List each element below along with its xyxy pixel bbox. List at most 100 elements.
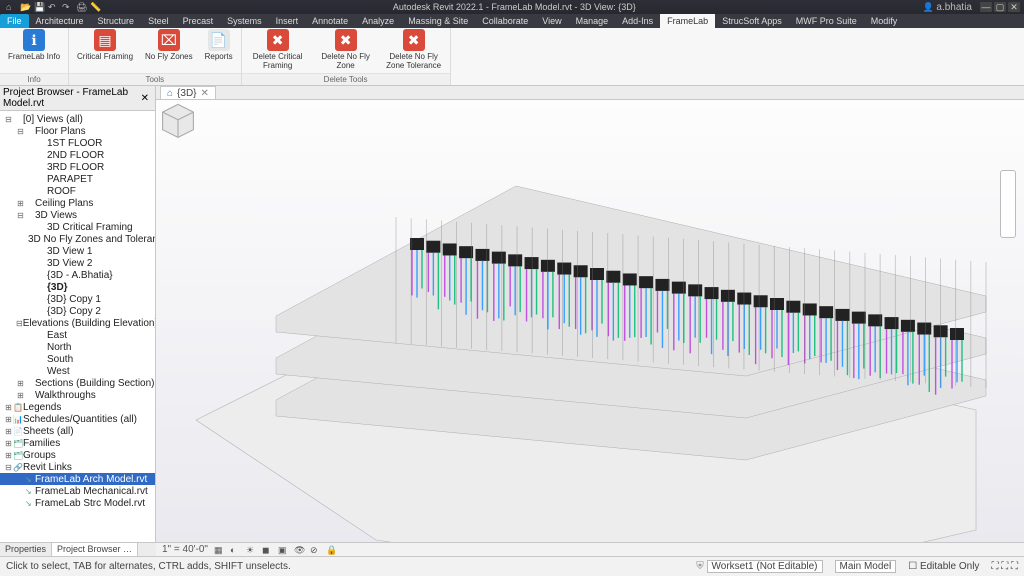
critical-framing-button[interactable]: ▤Critical Framing — [73, 29, 137, 61]
print-icon[interactable]: 🖨 — [76, 2, 86, 12]
tree-node[interactable]: South — [0, 353, 155, 365]
design-options-dropdown[interactable]: Main Model — [829, 561, 903, 572]
open-icon[interactable]: 📂 — [20, 2, 30, 12]
reports-button[interactable]: 📄Reports — [201, 29, 237, 61]
crop-view-icon[interactable]: ▣ — [278, 545, 288, 555]
tree-node[interactable]: ↘FrameLab Strc Model.rvt — [0, 497, 155, 509]
sun-path-icon[interactable]: ☀ — [246, 545, 256, 555]
tree-node[interactable]: 1ST FLOOR — [0, 137, 155, 149]
close-button[interactable]: ✕ — [1008, 2, 1020, 12]
expand-icon[interactable]: ⊟ — [16, 127, 25, 136]
undo-icon[interactable]: ↶ — [48, 2, 58, 12]
measure-icon[interactable]: 📏 — [90, 2, 100, 12]
project-browser-tab[interactable]: Project Browser … — [52, 543, 138, 556]
tree-node[interactable]: ⊟🔗Revit Links — [0, 461, 155, 473]
expand-icon[interactable]: ⊞ — [16, 391, 25, 400]
tree-node[interactable]: West — [0, 365, 155, 377]
tree-node[interactable]: 3RD FLOOR — [0, 161, 155, 173]
expand-icon[interactable]: ⊞ — [4, 451, 13, 460]
ribbon-tab-manage[interactable]: Manage — [569, 14, 616, 28]
no-fly-zones-button[interactable]: ⌧No Fly Zones — [141, 29, 197, 61]
ribbon-tab-strucsoft-apps[interactable]: StrucSoft Apps — [715, 14, 789, 28]
tree-node[interactable]: {3D} — [0, 281, 155, 293]
tree-node[interactable]: {3D - A.Bhatia} — [0, 269, 155, 281]
ribbon-tab-systems[interactable]: Systems — [220, 14, 269, 28]
view-cube[interactable] — [156, 100, 200, 144]
save-icon[interactable]: 💾 — [34, 2, 44, 12]
show-hidden-icon[interactable]: 👁 — [294, 545, 304, 555]
temporary-hide-icon[interactable]: ⊘ — [310, 545, 320, 555]
tree-node[interactable]: ⊞Sections (Building Section) — [0, 377, 155, 389]
tree-node[interactable]: {3D} Copy 1 — [0, 293, 155, 305]
ribbon-tab-collaborate[interactable]: Collaborate — [475, 14, 535, 28]
redo-icon[interactable]: ↷ — [62, 2, 72, 12]
tree-node[interactable]: ⊞📋Legends — [0, 401, 155, 413]
tree-node[interactable]: 3D View 2 — [0, 257, 155, 269]
tree-node[interactable]: ⊟Elevations (Building Elevation) — [0, 317, 155, 329]
tree-node[interactable]: ↘FrameLab Mechanical.rvt — [0, 485, 155, 497]
visual-style-icon[interactable]: ◐ — [230, 545, 240, 555]
ribbon-tab-steel[interactable]: Steel — [141, 14, 176, 28]
expand-icon[interactable]: ⊞ — [4, 427, 13, 436]
view-tab[interactable]: ⌂ {3D} ✕ — [160, 86, 216, 99]
ribbon-tab-modify[interactable]: Modify — [864, 14, 905, 28]
project-browser-tree[interactable]: ⊟[0] Views (all)⊟Floor Plans1ST FLOOR2ND… — [0, 111, 155, 556]
expand-icon[interactable]: ⊞ — [4, 415, 13, 424]
ribbon-tab-massing-site[interactable]: Massing & Site — [401, 14, 475, 28]
tree-node[interactable]: 3D Critical Framing — [0, 221, 155, 233]
delete-critical-framing-button[interactable]: ✖Delete Critical Framing — [246, 29, 310, 70]
home-icon[interactable]: ⌂ — [6, 2, 16, 12]
tree-node[interactable]: ⊞Ceiling Plans — [0, 197, 155, 209]
close-icon[interactable]: ✕ — [138, 93, 152, 104]
tree-node[interactable]: ⊞🗂Groups — [0, 449, 155, 461]
properties-tab[interactable]: Properties — [0, 543, 52, 556]
tree-node[interactable]: ⊞🗂Families — [0, 437, 155, 449]
ribbon-tab-view[interactable]: View — [535, 14, 568, 28]
ribbon-tab-architecture[interactable]: Architecture — [29, 14, 91, 28]
tree-node[interactable]: ⊞📄Sheets (all) — [0, 425, 155, 437]
ribbon-tab-analyze[interactable]: Analyze — [355, 14, 401, 28]
project-browser-title[interactable]: Project Browser - FrameLab Model.rvt ✕ — [0, 86, 155, 111]
reveal-constraints-icon[interactable]: 🔒 — [326, 545, 336, 555]
expand-icon[interactable]: ⊞ — [4, 439, 13, 448]
tree-node[interactable]: ⊟Floor Plans — [0, 125, 155, 137]
model-3d[interactable] — [156, 100, 1024, 542]
expand-icon[interactable]: ⊟ — [16, 319, 23, 328]
tree-node[interactable]: PARAPET — [0, 173, 155, 185]
tree-node[interactable]: East — [0, 329, 155, 341]
tree-node[interactable]: ⊟[0] Views (all) — [0, 113, 155, 125]
delete-no-fly-zone-tolerance-button[interactable]: ✖Delete No Fly Zone Tolerance — [382, 29, 446, 70]
ribbon-tab-mwf-pro-suite[interactable]: MWF Pro Suite — [789, 14, 864, 28]
signed-in-user[interactable]: 👤 a.bhatia — [923, 2, 976, 13]
expand-icon[interactable]: ⊞ — [4, 403, 13, 412]
maximize-button[interactable]: ▢ — [994, 2, 1006, 12]
detail-level-icon[interactable]: ▦ — [214, 545, 224, 555]
ribbon-tab-file[interactable]: File — [0, 14, 29, 28]
tree-node[interactable]: ⊞Walkthroughs — [0, 389, 155, 401]
ribbon-tab-annotate[interactable]: Annotate — [305, 14, 355, 28]
ribbon-tab-insert[interactable]: Insert — [269, 14, 306, 28]
expand-icon[interactable]: ⊞ — [16, 199, 25, 208]
tree-node[interactable]: ⊞📊Schedules/Quantities (all) — [0, 413, 155, 425]
3d-viewport[interactable] — [156, 100, 1024, 542]
expand-icon[interactable]: ⊟ — [16, 211, 25, 220]
ribbon-tab-precast[interactable]: Precast — [176, 14, 221, 28]
editable-only-checkbox[interactable]: ☐ Editable Only — [902, 561, 985, 572]
selection-filter-icons[interactable]: ⛶ ⛶ ⛶ — [985, 561, 1024, 572]
expand-icon[interactable]: ⊟ — [4, 115, 13, 124]
tree-node[interactable]: ⊟3D Views — [0, 209, 155, 221]
ribbon-tab-add-ins[interactable]: Add-Ins — [615, 14, 660, 28]
delete-no-fly-zone-button[interactable]: ✖Delete No Fly Zone — [314, 29, 378, 70]
tree-node[interactable]: 2ND FLOOR — [0, 149, 155, 161]
minimize-button[interactable]: — — [980, 2, 992, 12]
ribbon-tab-framelab[interactable]: FrameLab — [660, 14, 715, 28]
tree-node[interactable]: 3D View 1 — [0, 245, 155, 257]
navigation-bar[interactable] — [1000, 170, 1016, 238]
tree-node[interactable]: North — [0, 341, 155, 353]
tree-node[interactable]: {3D} Copy 2 — [0, 305, 155, 317]
expand-icon[interactable]: ⊞ — [16, 379, 25, 388]
ribbon-tab-structure[interactable]: Structure — [91, 14, 142, 28]
framelab-info-button[interactable]: ℹFrameLab Info — [4, 29, 64, 61]
tree-node[interactable]: ROOF — [0, 185, 155, 197]
workset-dropdown[interactable]: ⛨ Workset1 (Not Editable) — [690, 561, 828, 572]
